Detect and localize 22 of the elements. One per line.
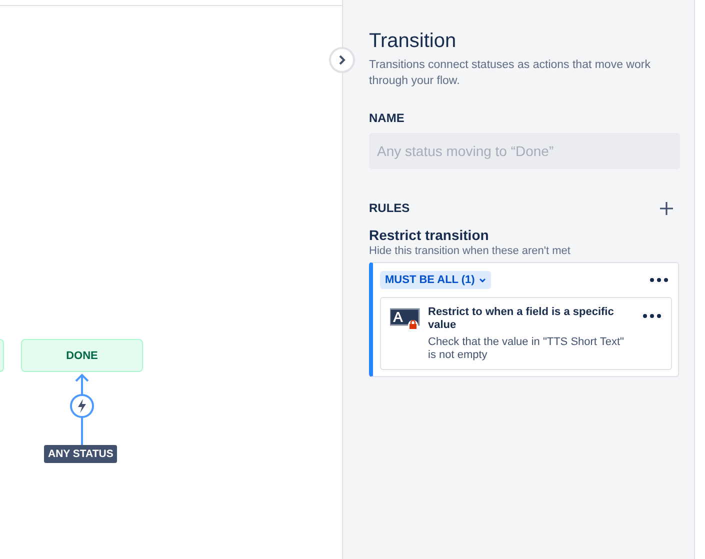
- group-hint: Hide this transition when these aren't met: [369, 245, 572, 257]
- panel-title: Transition: [369, 30, 458, 53]
- name-field[interactable]: Any status moving to “Done”: [369, 133, 680, 169]
- group-title: Restrict transition: [369, 227, 490, 243]
- status-badge[interactable]: ANY STATUS: [44, 445, 118, 463]
- section-label: RULES: [369, 201, 410, 215]
- collapse-button[interactable]: [329, 47, 355, 73]
- rule-description: Check that the value in "TTS Short Text" is not empty: [428, 336, 625, 362]
- status-node[interactable]: DONE: [21, 339, 143, 372]
- add-rule-button[interactable]: [660, 202, 673, 214]
- chevron-right-icon: [338, 55, 346, 65]
- add-icon: [660, 202, 673, 214]
- chevron-down-icon: [478, 278, 486, 282]
- rule-title: Restrict to when a field is a specific value: [428, 306, 615, 332]
- more-icon: [643, 314, 661, 318]
- rule-card[interactable]: Restrict to when a field is a specific value Check that the value in "TTS Short Text" is not empty: [380, 297, 672, 370]
- more-icon: [650, 278, 668, 282]
- transition-arrow-drawing[interactable]: [68, 373, 96, 445]
- panel-description: Transitions connect statuses as actions that move work through your flow.: [369, 58, 652, 89]
- locked-field-icon: [390, 306, 420, 330]
- condition-dropdown[interactable]: MUST BE ALL (1): [380, 271, 491, 289]
- field-label: NAME: [369, 111, 406, 125]
